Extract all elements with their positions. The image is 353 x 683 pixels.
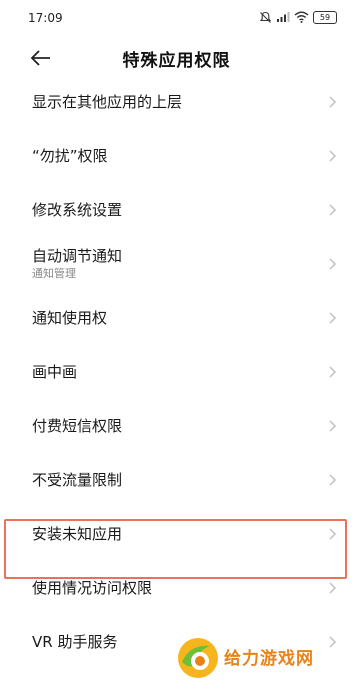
chevron-right-icon bbox=[329, 312, 336, 324]
list-item-label: 通知使用权 bbox=[32, 309, 108, 327]
list-item-unrestricted-data[interactable]: 不受流量限制 bbox=[0, 453, 353, 507]
list-item-usage-access[interactable]: 使用情况访问权限 bbox=[0, 561, 353, 615]
list-item-label: 修改系统设置 bbox=[32, 201, 123, 219]
chevron-right-icon bbox=[329, 258, 336, 270]
chevron-right-icon bbox=[329, 96, 336, 108]
watermark-text: 给力游戏网 bbox=[224, 649, 314, 669]
list-item-label: 自动调节通知 bbox=[32, 247, 123, 265]
list-item-label: 付费短信权限 bbox=[32, 417, 123, 435]
list-item-modify-system-settings[interactable]: 修改系统设置 bbox=[0, 183, 353, 237]
list-item-subtitle: 通知管理 bbox=[32, 267, 76, 280]
wifi-icon bbox=[294, 11, 309, 23]
list-item-notification-access[interactable]: 通知使用权 bbox=[0, 291, 353, 345]
list-item-label: 显示在其他应用的上层 bbox=[32, 93, 183, 111]
chevron-right-icon bbox=[329, 420, 336, 432]
watermark-logo-icon bbox=[178, 638, 218, 678]
list-item-label: 画中画 bbox=[32, 363, 78, 381]
watermark: 给力游戏网 bbox=[176, 632, 353, 683]
mute-icon bbox=[259, 11, 272, 24]
list-item-label: 使用情况访问权限 bbox=[32, 579, 153, 597]
status-bar: 17:09 59 bbox=[0, 0, 353, 36]
page-title: 特殊应用权限 bbox=[122, 51, 231, 71]
list-item-install-unknown-apps[interactable]: 安装未知应用 bbox=[0, 507, 353, 561]
list-item-display-over-other-apps[interactable]: 显示在其他应用的上层 bbox=[0, 75, 353, 129]
chevron-right-icon bbox=[329, 204, 336, 216]
chevron-right-icon bbox=[329, 528, 336, 540]
list-item-do-not-disturb[interactable]: “勿扰”权限 bbox=[0, 129, 353, 183]
list-item-premium-sms[interactable]: 付费短信权限 bbox=[0, 399, 353, 453]
list-item-label: VR 助手服务 bbox=[32, 633, 118, 651]
permission-list: 显示在其他应用的上层 “勿扰”权限 修改系统设置 自动调节通知 通知管理 通知使… bbox=[0, 75, 353, 669]
app-header: 特殊应用权限 bbox=[0, 36, 353, 80]
status-icons: 59 bbox=[259, 9, 337, 25]
list-item-label: 安装未知应用 bbox=[32, 525, 123, 543]
battery-icon: 59 bbox=[313, 10, 337, 24]
signal-icon bbox=[276, 11, 290, 23]
status-time: 17:09 bbox=[28, 11, 63, 25]
list-item-adaptive-notifications[interactable]: 自动调节通知 通知管理 bbox=[0, 237, 353, 291]
list-item-label: “勿扰”权限 bbox=[32, 147, 108, 165]
list-item-picture-in-picture[interactable]: 画中画 bbox=[0, 345, 353, 399]
chevron-right-icon bbox=[329, 150, 336, 162]
list-item-label: 不受流量限制 bbox=[32, 471, 123, 489]
chevron-right-icon bbox=[329, 474, 336, 486]
chevron-right-icon bbox=[329, 582, 336, 594]
chevron-right-icon bbox=[329, 366, 336, 378]
